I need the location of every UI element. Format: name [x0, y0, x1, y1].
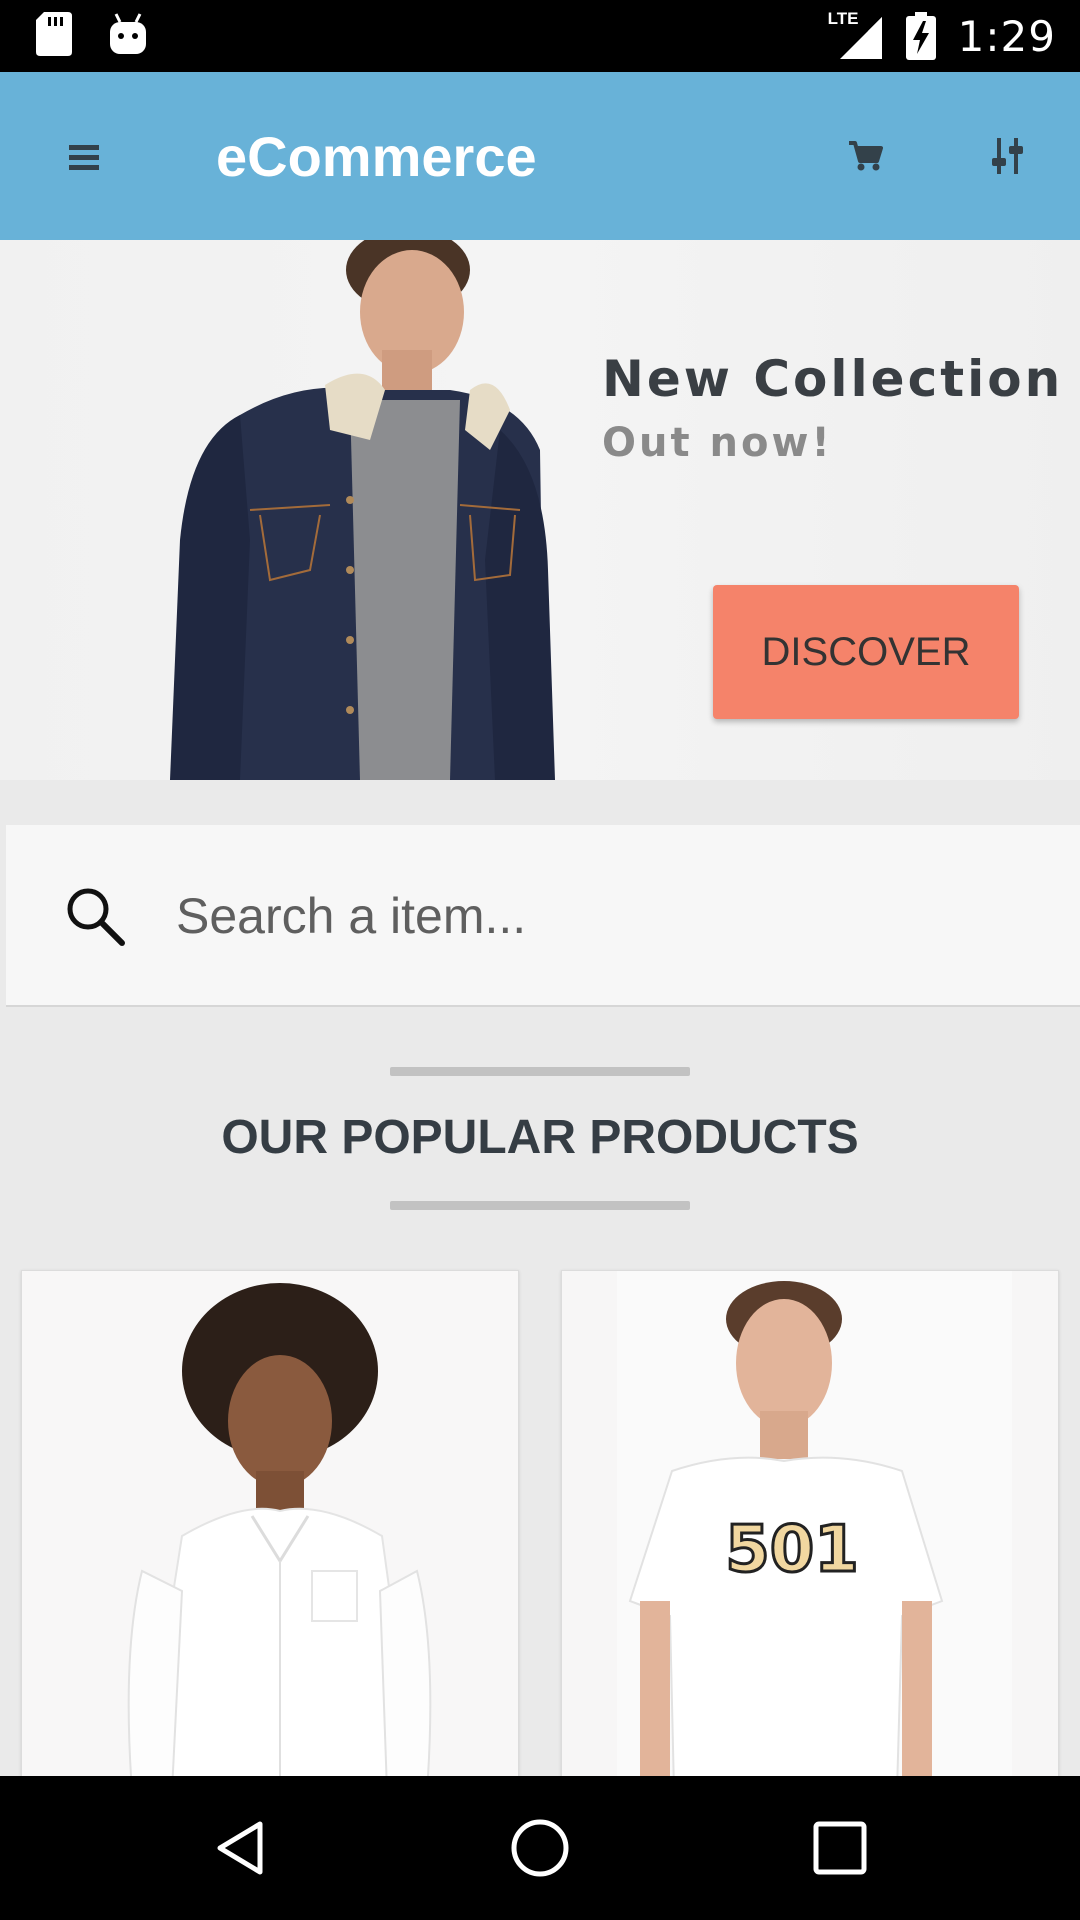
product-print-text: 501: [725, 1513, 859, 1587]
navigation-bar: [0, 1776, 1080, 1920]
search-bar[interactable]: [6, 825, 1080, 1007]
clock: 1:29: [957, 11, 1056, 61]
filter-icon: [992, 138, 1023, 174]
android-debug-icon: [110, 13, 146, 54]
man-501-tshirt-image: 501: [562, 1271, 1058, 1791]
status-bar: LTE 1:29: [0, 0, 1080, 72]
product-card[interactable]: [21, 1270, 519, 1792]
search-icon: [67, 888, 125, 946]
home-button[interactable]: [498, 1806, 582, 1890]
section-title: OUR POPULAR PRODUCTS: [221, 1111, 859, 1164]
recents-button[interactable]: [798, 1806, 882, 1890]
product-card[interactable]: 501: [561, 1270, 1059, 1792]
app-bar: eCommerce: [0, 72, 1080, 240]
banner-subtitle: Out now!: [602, 420, 833, 466]
back-icon: [217, 1821, 263, 1875]
battery-charging-icon: [905, 12, 936, 60]
status-notifications: [36, 12, 148, 56]
hero-banner[interactable]: New Collection Out now! DISCOVER: [0, 240, 1080, 780]
signal-icon: LTE: [828, 9, 884, 61]
back-button[interactable]: [198, 1806, 282, 1890]
recents-icon: [813, 1821, 867, 1875]
home-icon: [511, 1819, 569, 1877]
status-system: LTE 1:29: [828, 8, 1056, 64]
jacket-model-image: [170, 240, 555, 780]
section-divider-bottom: [390, 1201, 690, 1210]
section-divider-top: [390, 1067, 690, 1076]
discover-button[interactable]: DISCOVER: [713, 585, 1019, 719]
menu-icon: [69, 145, 99, 170]
cart-icon: [849, 141, 883, 171]
woman-white-shirt-image: [22, 1271, 518, 1791]
sd-card-icon: [36, 12, 72, 56]
banner-title: New Collection: [602, 350, 1064, 408]
cart-button[interactable]: [838, 128, 894, 184]
search-input[interactable]: [174, 870, 1058, 962]
app-title: eCommerce: [216, 125, 537, 188]
menu-button[interactable]: [56, 130, 112, 186]
filter-button[interactable]: [980, 128, 1036, 184]
